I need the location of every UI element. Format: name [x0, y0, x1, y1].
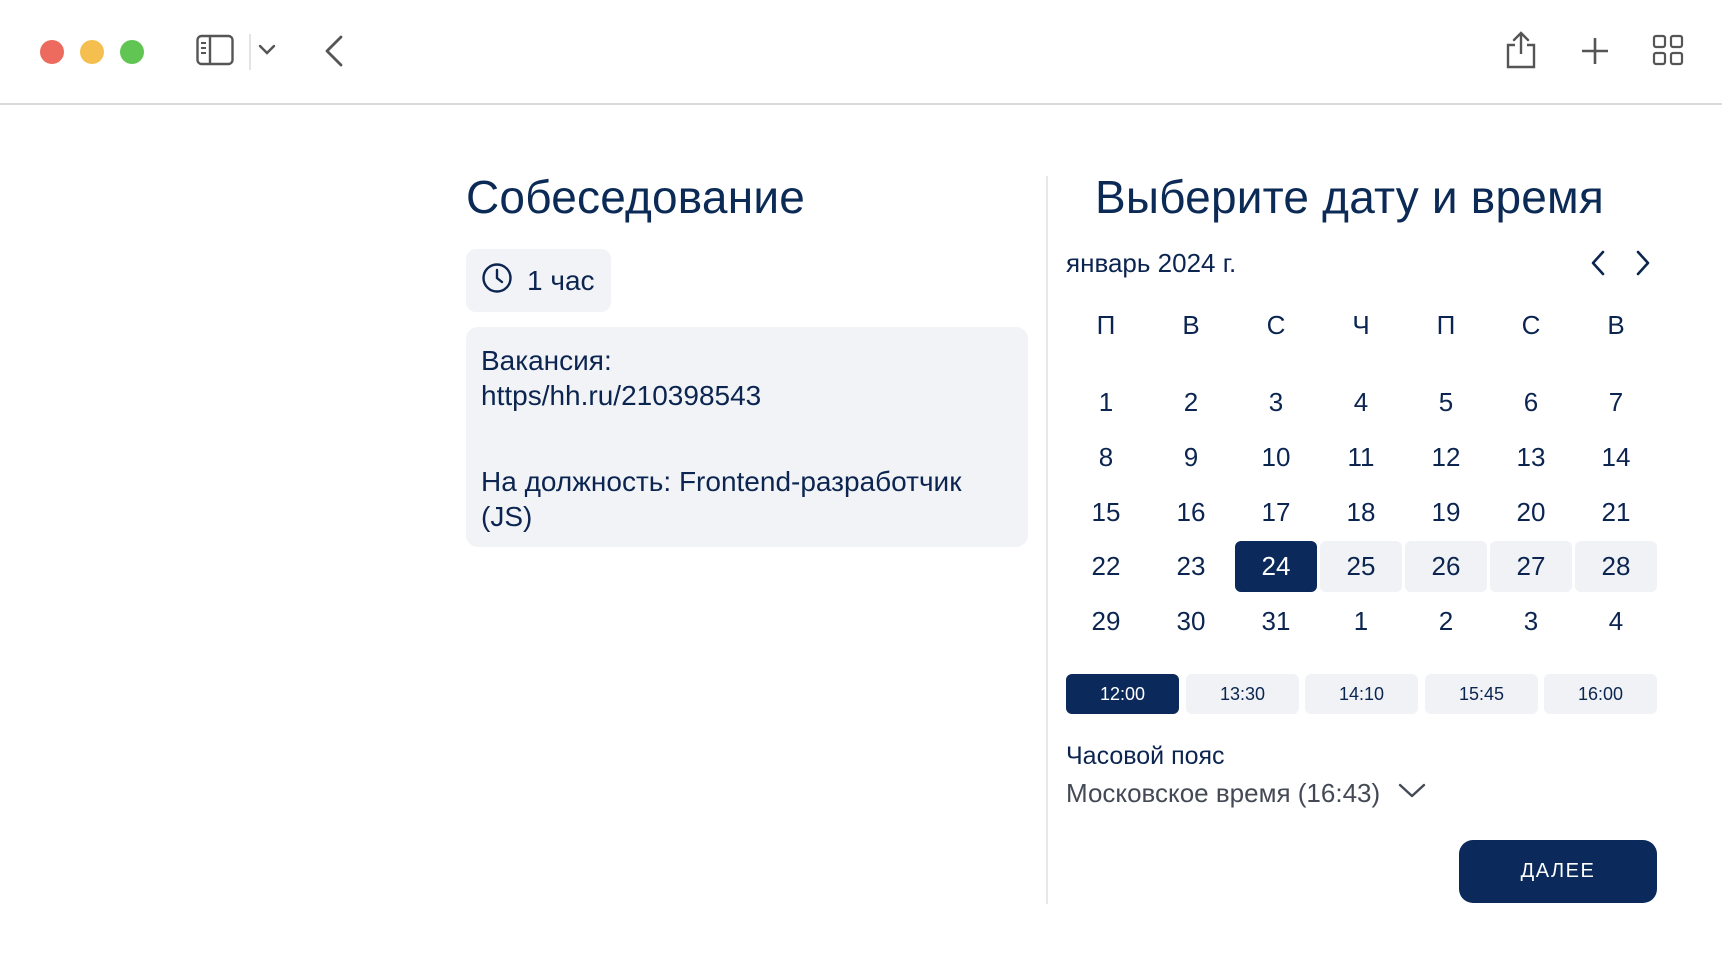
browser-toolbar	[0, 0, 1722, 105]
weekday-label: С	[1521, 310, 1541, 340]
calendar-day: 16	[1176, 497, 1206, 527]
calendar-day: 15	[1091, 497, 1121, 527]
time-slot[interactable]: 13:30	[1186, 674, 1299, 714]
duration-text: 1 час	[527, 264, 595, 296]
calendar-day: 20	[1516, 497, 1546, 527]
sidebar-toggle-icon[interactable]	[196, 34, 234, 66]
weekday-label: С	[1266, 310, 1286, 340]
calendar-day: 30	[1176, 606, 1206, 636]
timezone-select[interactable]: Московское время (16:43)	[1066, 778, 1426, 809]
calendar-day: 2	[1438, 606, 1454, 636]
description-spacer	[481, 413, 1013, 464]
calendar-day: 1	[1353, 606, 1369, 636]
month-label: январь 2024 г.	[1066, 248, 1237, 278]
calendar-day: 12	[1431, 442, 1461, 472]
calendar-day: 13	[1516, 442, 1546, 472]
calendar-day: 1	[1098, 387, 1114, 417]
calendar-day: 3	[1523, 606, 1539, 636]
calendar-day: 14	[1601, 442, 1631, 472]
chevron-down-icon[interactable]	[258, 44, 276, 56]
weekday-label: П	[1096, 310, 1116, 340]
timezone-value: Московское время (16:43)	[1066, 778, 1381, 808]
back-arrow-icon[interactable]	[324, 34, 344, 68]
calendar-day: 10	[1261, 442, 1291, 472]
calendar-day: 5	[1438, 387, 1454, 417]
position-text-continued: (JS)	[481, 501, 533, 532]
time-slot[interactable]: 14:10	[1305, 674, 1418, 714]
calendar-day[interactable]: 27	[1490, 541, 1572, 592]
time-slot[interactable]: 16:00	[1544, 674, 1657, 714]
calendar-day[interactable]: 25	[1320, 541, 1402, 592]
calendar-day: 11	[1347, 442, 1375, 472]
event-title: Собеседование	[466, 171, 805, 223]
calendar-day[interactable]: 26	[1405, 541, 1487, 592]
picker-title: Выберите дату и время	[1095, 171, 1604, 223]
toolbar-separator	[249, 34, 251, 70]
time-slot[interactable]: 15:45	[1425, 674, 1538, 714]
calendar-day[interactable]: 28	[1575, 541, 1657, 592]
new-tab-plus-icon[interactable]	[1580, 36, 1610, 66]
next-button[interactable]: ДАЛЕЕ	[1459, 840, 1657, 903]
calendar-day: 17	[1261, 497, 1291, 527]
calendar-day-selected[interactable]: 24	[1235, 541, 1317, 592]
duration-chip: 1 час	[466, 249, 611, 312]
position-text: На должность: Frontend-разработчик	[481, 466, 962, 497]
calendar-day: 9	[1183, 442, 1199, 472]
calendar-day: 8	[1098, 442, 1114, 472]
zoom-window-button[interactable]	[120, 40, 144, 64]
calendar-day: 22	[1091, 551, 1121, 581]
calendar-day: 29	[1091, 606, 1121, 636]
calendar-day: 19	[1431, 497, 1461, 527]
calendar-day: 2	[1183, 387, 1199, 417]
calendar-day: 3	[1268, 387, 1284, 417]
panel-divider	[1046, 176, 1048, 904]
calendar-day: 18	[1346, 497, 1376, 527]
chevron-right-icon	[1636, 250, 1650, 276]
calendar-day: 23	[1176, 551, 1206, 581]
chevron-down-icon	[1398, 783, 1426, 804]
calendar-day: 31	[1261, 606, 1291, 636]
next-month-button[interactable]	[1628, 248, 1658, 278]
timezone-label: Часовой пояс	[1066, 742, 1225, 770]
weekday-label: Ч	[1352, 310, 1370, 340]
calendar-day: 4	[1608, 606, 1624, 636]
calendar-day: 7	[1608, 387, 1624, 417]
weekday-label: В	[1607, 310, 1625, 340]
calendar-day: 6	[1523, 387, 1539, 417]
share-icon[interactable]	[1504, 30, 1538, 70]
weekday-label: В	[1182, 310, 1200, 340]
calendar-day: 21	[1601, 497, 1631, 527]
tab-overview-grid-icon[interactable]	[1652, 34, 1684, 66]
calendar-day: 4	[1353, 387, 1369, 417]
event-description: Вакансия: https/hh.ru/210398543 На должн…	[466, 327, 1028, 547]
clock-icon	[481, 262, 513, 299]
minimize-window-button[interactable]	[80, 40, 104, 64]
close-window-button[interactable]	[40, 40, 64, 64]
vacancy-label: Вакансия:	[481, 345, 612, 376]
time-slot-selected[interactable]: 12:00	[1066, 674, 1179, 714]
weekday-label: П	[1436, 310, 1456, 340]
chevron-left-icon	[1591, 250, 1605, 276]
prev-month-button[interactable]	[1583, 248, 1613, 278]
vacancy-url: https/hh.ru/210398543	[481, 380, 762, 411]
